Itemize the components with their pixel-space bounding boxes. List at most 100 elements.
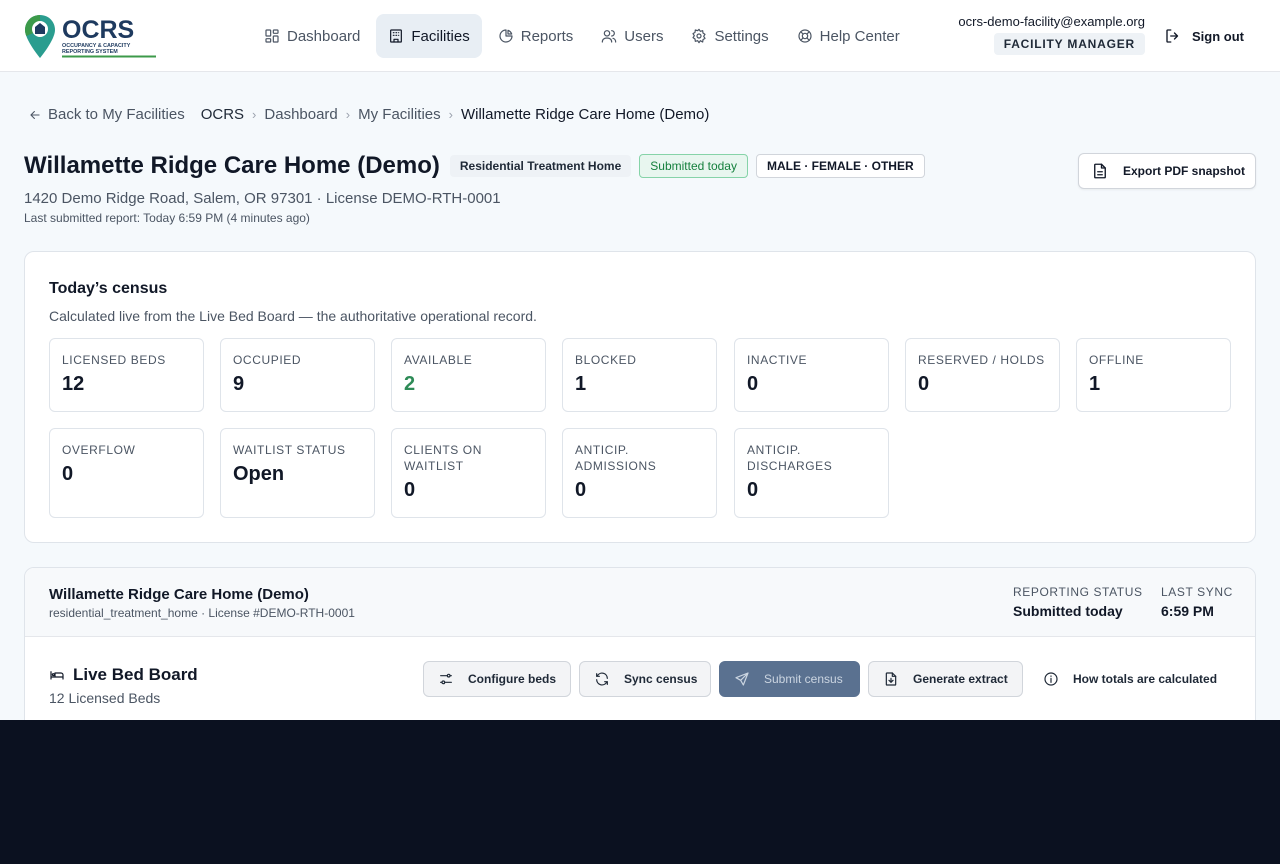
stat-label: AVAILABLE [404,353,473,367]
stat-value: 0 [575,479,587,501]
stat-value: 0 [747,373,759,395]
stat-label: BLOCKED [575,353,637,367]
bed-board-subtitle: 12 Licensed Beds [49,690,161,706]
stat-label: ANTICIP. ADMISSIONS [575,443,657,473]
nav-facilities-label: Facilities [411,27,470,45]
nav-reports-label: Reports [520,27,574,45]
stat-value: 12 [62,373,85,395]
back-link-label: Back to My Facilities [48,106,185,123]
stat-value: 0 [404,479,416,501]
last-submitted: Last submitted report: Today 6:59 PM (4 … [24,211,310,225]
stat-overflow: OVERFLOW 0 [49,428,204,518]
submit-census-button[interactable]: Submit census [719,661,860,697]
stat-waitlist-status: WAITLIST STATUS Open [220,428,375,518]
file-download-icon [885,672,897,686]
stat-reserved-holds: RESERVED / HOLDS 0 [905,338,1060,412]
stat-label: RESERVED / HOLDS [918,353,1045,367]
nav-help-center-label: Help Center [819,27,900,45]
nav-facilities[interactable]: Facilities [376,14,482,58]
sign-out-icon [1166,29,1179,43]
users-icon [602,30,617,43]
stat-licensed-beds: LICENSED BEDS 12 [49,338,204,412]
chevron-right-icon: › [345,107,351,122]
stat-anticipated-admissions: ANTICIP. ADMISSIONS 0 [562,428,717,518]
export-pdf-label: Export PDF snapshot [1123,164,1246,178]
stat-occupied: OCCUPIED 9 [220,338,375,412]
stat-offline: OFFLINE 1 [1076,338,1231,412]
breadcrumb-dashboard[interactable]: Dashboard [264,106,337,123]
stat-value: Open [233,463,285,485]
stat-label: OCCUPIED [233,353,302,367]
dashboard-icon [265,29,279,43]
breadcrumb-ocrs[interactable]: OCRS [201,106,244,123]
stat-value: 1 [1089,373,1101,395]
user-email: ocrs-demo-facility@example.org [958,14,1145,29]
user-info: ocrs-demo-facility@example.org FACILITY … [958,14,1145,55]
sync-census-label: Sync census [624,672,698,686]
svg-text:OCRS: OCRS [62,16,134,44]
nav-help-center[interactable]: Help Center [785,14,912,58]
stat-label: OVERFLOW [62,443,136,457]
page-title: Willamette Ridge Care Home (Demo) [24,152,440,179]
reporting-status-label: REPORTING STATUS [1013,585,1143,599]
bed-board-card: Willamette Ridge Care Home (Demo) reside… [24,567,1256,720]
bed-board-title: Live Bed Board [49,665,198,685]
gender-badge: MALE · FEMALE · OTHER [755,154,925,178]
bed-board-facility-name: Willamette Ridge Care Home (Demo) [49,586,309,603]
census-card: Today’s census Calculated live from the … [24,251,1256,543]
last-sync-value: 6:59 PM [1161,603,1214,619]
how-totals-calculated-button[interactable]: How totals are calculated [1029,661,1234,697]
stat-value: 0 [747,479,759,501]
stat-label: INACTIVE [747,353,808,367]
breadcrumb-current: Willamette Ridge Care Home (Demo) [460,106,710,123]
last-sync: LAST SYNC 6:59 PM [1161,585,1233,619]
nav-dashboard[interactable]: Dashboard [252,14,372,58]
stat-value: 2 [404,373,416,395]
arrow-left-icon [30,110,40,119]
stat-label: OFFLINE [1089,353,1144,367]
status-badge: Submitted today [639,154,748,178]
how-totals-label: How totals are calculated [1073,672,1218,686]
bed-board-facility-meta: residential_treatment_home · License #DE… [49,606,355,620]
breadcrumb-my-facilities[interactable]: My Facilities [358,106,441,123]
title-row: Willamette Ridge Care Home (Demo) Reside… [24,152,925,180]
stat-value: 9 [233,373,245,395]
sign-out-button[interactable]: Sign out [1152,22,1256,50]
stat-value: 1 [575,373,587,395]
refresh-icon [596,672,608,686]
sign-out-label: Sign out [1192,28,1244,44]
nav-settings[interactable]: Settings [679,14,780,58]
gear-icon [692,28,707,44]
reporting-status: REPORTING STATUS Submitted today [1013,585,1143,619]
main-nav: Dashboard Facilities Reports Users Setti… [252,14,912,58]
sync-census-button[interactable]: Sync census [579,661,711,697]
nav-users-label: Users [624,27,664,45]
stat-value: 0 [918,373,930,395]
configure-beds-button[interactable]: Configure beds [423,661,571,697]
nav-settings-label: Settings [714,27,769,45]
generate-extract-button[interactable]: Generate extract [868,661,1023,697]
svg-text:REPORTING SYSTEM: REPORTING SYSTEM [62,49,118,55]
submit-census-label: Submit census [764,672,843,686]
stat-label: LICENSED BEDS [62,353,166,367]
facility-address: 1420 Demo Ridge Road, Salem, OR 97301 · … [24,190,501,207]
stat-label: WAITLIST STATUS [233,443,346,457]
ocrs-logo[interactable]: OCRS OCCUPANCY & CAPACITY REPORTING SYST… [24,12,158,60]
stat-blocked: BLOCKED 1 [562,338,717,412]
census-title: Today’s census [49,280,168,297]
breadcrumb: Back to My Facilities OCRS › Dashboard ›… [28,106,709,123]
send-icon [735,672,749,686]
report-icon [499,29,513,43]
configure-beds-label: Configure beds [468,672,557,686]
export-pdf-button[interactable]: Export PDF snapshot [1078,153,1256,189]
chevron-right-icon: › [448,107,453,122]
nav-reports[interactable]: Reports [486,14,586,58]
back-link[interactable]: Back to My Facilities [28,106,185,123]
stat-anticipated-discharges: ANTICIP. DISCHARGES 0 [734,428,889,518]
sliders-icon [440,673,452,685]
facility-type-badge: Residential Treatment Home [449,155,632,177]
role-badge: FACILITY MANAGER [993,33,1145,55]
nav-users[interactable]: Users [589,14,675,58]
help-icon [798,29,812,43]
bed-icon [50,671,64,680]
